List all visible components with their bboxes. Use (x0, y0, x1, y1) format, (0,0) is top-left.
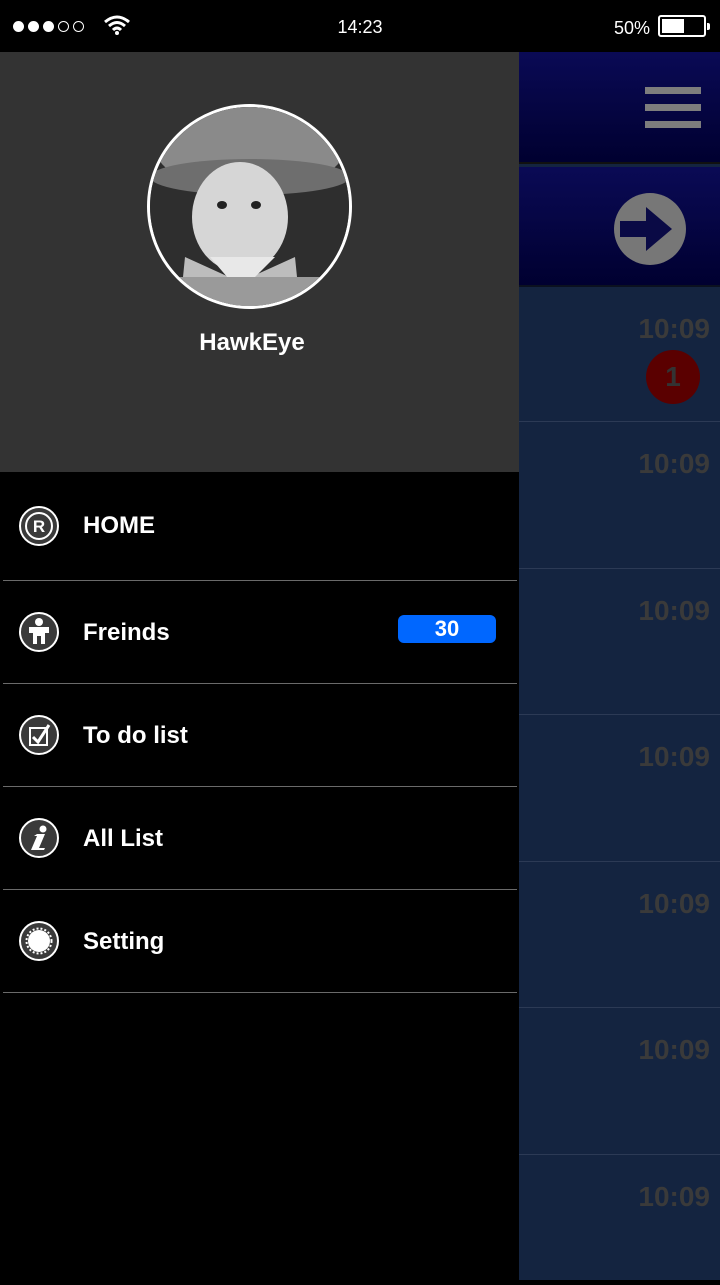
status-bar: 14:23 50% (0, 0, 720, 52)
battery-percent: 50% (613, 18, 650, 38)
drawer-menu: R HOME Freinds 30 To do list All List Se… (0, 472, 519, 993)
list-item[interactable]: 10:09 (519, 715, 720, 862)
battery-icon (658, 15, 710, 37)
navigation-drawer: HawkEye R HOME Freinds 30 To do list All… (0, 52, 519, 1280)
background-header (519, 52, 720, 164)
list-item-time: 10:09 (638, 313, 710, 344)
registered-icon: R (19, 506, 59, 546)
list-item-time: 10:09 (638, 741, 710, 772)
friends-count-badge: 30 (398, 615, 496, 643)
menu-item-label: All List (83, 825, 164, 852)
list-item[interactable]: 10:09 1 (519, 287, 720, 422)
menu-item-all-list[interactable]: All List (3, 787, 517, 890)
list-item[interactable]: 10:09 (519, 1008, 720, 1155)
person-icon (19, 612, 59, 652)
menu-item-setting[interactable]: Setting (3, 890, 517, 993)
list-item-time: 10:09 (638, 1034, 710, 1065)
status-time: 14:23 (337, 17, 383, 37)
menu-item-label: To do list (83, 722, 188, 749)
list-item[interactable]: 10:09 (519, 1155, 720, 1285)
info-icon (19, 818, 59, 858)
gear-icon (19, 921, 59, 961)
list-item[interactable]: 10:09 (519, 569, 720, 715)
menu-item-label: HOME (83, 512, 155, 539)
list-item[interactable]: 10:09 (519, 862, 720, 1008)
list-item-time: 10:09 (638, 595, 710, 626)
unread-badge: 1 (646, 350, 700, 404)
arrow-right-icon[interactable] (614, 193, 686, 265)
list-item-time: 10:09 (638, 1181, 710, 1212)
svg-text:R: R (33, 517, 45, 536)
background-screen: 10:09 1 10:09 10:09 10:09 10:09 10:09 10… (519, 52, 720, 1280)
list-item-time: 10:09 (638, 448, 710, 479)
profile-header: HawkEye (0, 52, 519, 472)
menu-item-label: Setting (83, 928, 165, 955)
list-item[interactable]: 10:09 (519, 422, 720, 569)
avatar[interactable] (147, 104, 352, 309)
background-subheader (519, 167, 720, 287)
menu-item-home[interactable]: R HOME (3, 472, 517, 581)
username: HawkEye (199, 329, 305, 356)
hamburger-menu-icon[interactable] (645, 87, 701, 138)
avatar-photo (150, 107, 349, 306)
menu-item-friends[interactable]: Freinds 30 (3, 581, 517, 684)
menu-item-label: Freinds (83, 619, 170, 646)
list-item-time: 10:09 (638, 888, 710, 919)
menu-item-todo[interactable]: To do list (3, 684, 517, 787)
checkbox-icon (19, 715, 59, 755)
